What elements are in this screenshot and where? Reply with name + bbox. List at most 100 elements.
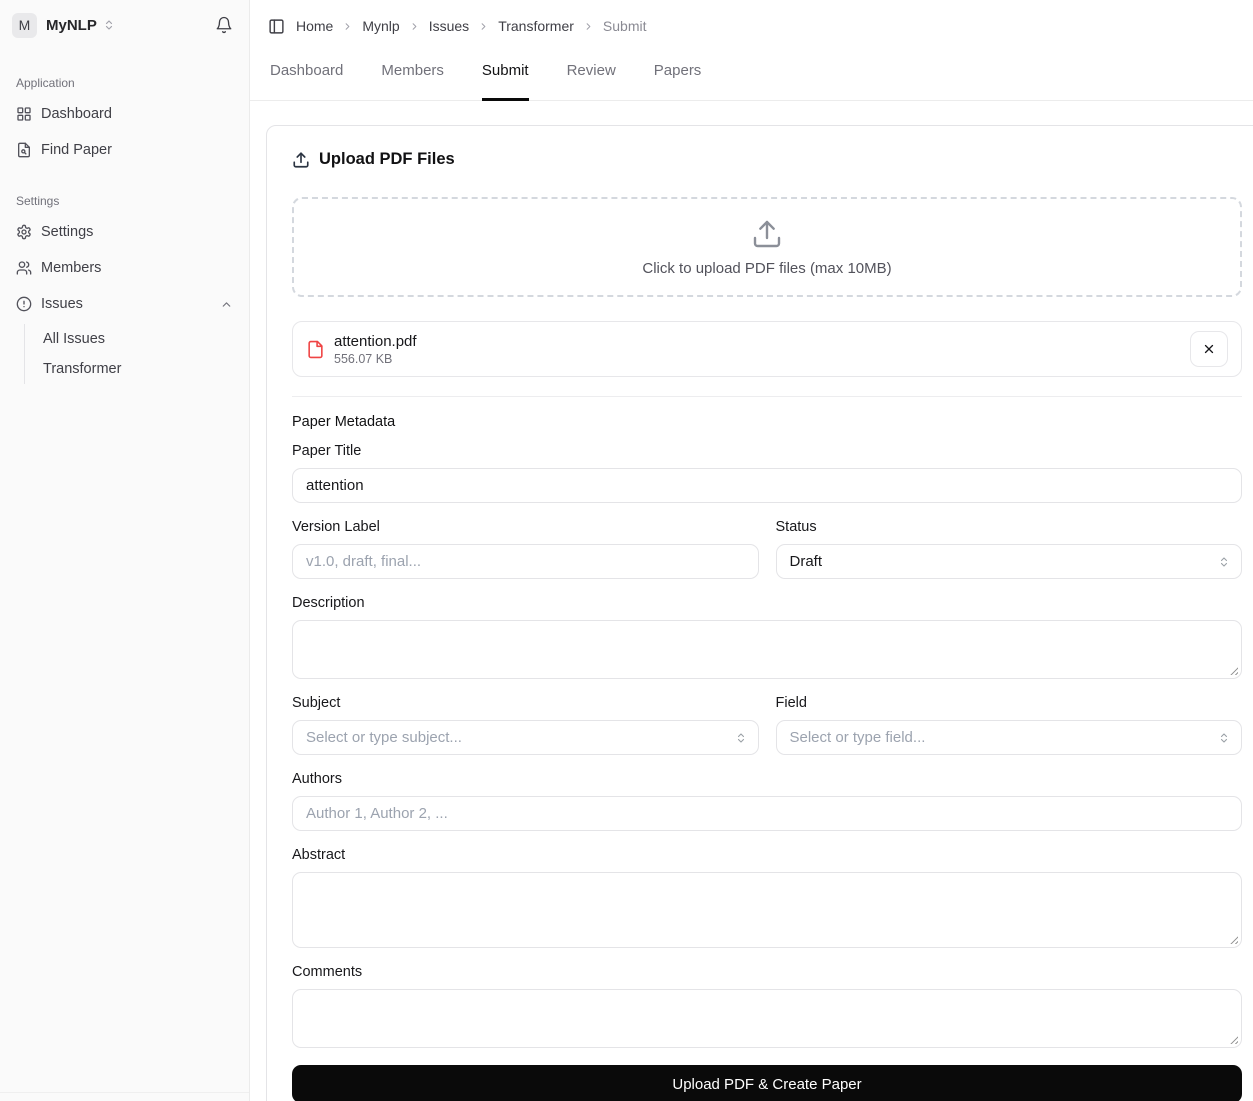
sidebar-subitem-all-issues[interactable]: All Issues bbox=[35, 324, 241, 354]
description-textarea[interactable] bbox=[292, 620, 1242, 679]
authors-label: Authors bbox=[292, 771, 342, 787]
breadcrumb-transformer[interactable]: Transformer bbox=[498, 18, 574, 34]
sidebar-subitem-label: Transformer bbox=[43, 361, 122, 377]
uploaded-file-row: attention.pdf 556.07 KB bbox=[292, 321, 1242, 377]
sidebar-item-members[interactable]: Members bbox=[8, 252, 241, 284]
file-search-icon bbox=[16, 142, 32, 158]
chevrons-up-down-icon bbox=[1218, 732, 1230, 744]
subject-select-placeholder: Select or type subject... bbox=[306, 729, 462, 746]
tab-dashboard[interactable]: Dashboard bbox=[270, 62, 343, 101]
sidebar: M MyNLP Application Dashboard Find Paper… bbox=[0, 0, 250, 1101]
breadcrumb-mynlp[interactable]: Mynlp bbox=[362, 18, 399, 34]
field-select[interactable]: Select or type field... bbox=[775, 720, 1242, 755]
subject-label: Subject bbox=[292, 695, 341, 711]
breadcrumb: Home Mynlp Issues Transformer Submit bbox=[296, 18, 646, 34]
close-icon bbox=[1202, 342, 1216, 356]
status-select[interactable]: Draft bbox=[775, 544, 1242, 579]
file-name: attention.pdf bbox=[334, 332, 417, 350]
paper-title-input[interactable] bbox=[292, 468, 1242, 503]
users-icon bbox=[16, 260, 32, 276]
version-label-block: Version Label bbox=[292, 519, 759, 579]
abstract-textarea[interactable] bbox=[292, 872, 1242, 948]
comments-textarea[interactable] bbox=[292, 989, 1242, 1048]
upload-card: Upload PDF Files Click to upload PDF fil… bbox=[266, 125, 1253, 1101]
sidebar-group-settings: Settings bbox=[16, 194, 60, 208]
layout-grid-icon bbox=[16, 106, 32, 122]
upload-cloud-icon bbox=[751, 218, 783, 250]
comments-block: Comments bbox=[292, 964, 1242, 1048]
sidebar-item-label: Issues bbox=[41, 296, 83, 312]
team-switcher[interactable]: M MyNLP bbox=[8, 8, 241, 42]
tab-members[interactable]: Members bbox=[381, 62, 444, 101]
pdf-file-icon bbox=[306, 340, 325, 359]
field-label: Field bbox=[775, 695, 807, 711]
description-label: Description bbox=[292, 595, 365, 611]
tab-bar: Dashboard Members Submit Review Papers bbox=[250, 62, 1253, 101]
team-logo: M bbox=[12, 12, 37, 38]
chevron-right-icon bbox=[342, 21, 353, 32]
bell-icon[interactable] bbox=[211, 12, 237, 38]
paper-title-label: Paper Title bbox=[292, 443, 362, 459]
version-status-row: Version Label Status Draft bbox=[292, 519, 1242, 579]
abstract-block: Abstract bbox=[292, 847, 1242, 948]
sidebar-group-application: Application bbox=[16, 76, 75, 90]
breadcrumb-issues[interactable]: Issues bbox=[429, 18, 469, 34]
paper-title-block: Paper Title bbox=[292, 443, 1242, 503]
breadcrumb-home[interactable]: Home bbox=[296, 18, 333, 34]
sidebar-subitem-transformer[interactable]: Transformer bbox=[35, 354, 241, 384]
main-content: Home Mynlp Issues Transformer Submit Das… bbox=[250, 0, 1253, 1101]
tab-submit[interactable]: Submit bbox=[481, 62, 529, 101]
gear-icon bbox=[16, 224, 32, 240]
field-block: Field Select or type field... bbox=[775, 695, 1242, 755]
upload-create-paper-button[interactable]: Upload PDF & Create Paper bbox=[292, 1065, 1242, 1101]
chevron-right-icon bbox=[583, 21, 594, 32]
chevrons-up-down-icon bbox=[1218, 556, 1230, 568]
status-select-value: Draft bbox=[789, 553, 823, 570]
comments-label: Comments bbox=[292, 964, 363, 980]
status-label: Status bbox=[775, 519, 817, 535]
description-block: Description bbox=[292, 595, 1242, 679]
tab-papers[interactable]: Papers bbox=[654, 62, 702, 101]
dropzone-label: Click to upload PDF files (max 10MB) bbox=[642, 259, 892, 277]
breadcrumb-current-submit: Submit bbox=[602, 18, 647, 34]
issues-sub-list: All Issues Transformer bbox=[24, 324, 241, 384]
authors-block: Authors bbox=[292, 771, 1242, 831]
chevron-up-icon bbox=[220, 298, 233, 311]
chevrons-up-down-icon bbox=[103, 19, 115, 31]
sidebar-item-settings[interactable]: Settings bbox=[8, 216, 241, 248]
sidebar-item-label: Dashboard bbox=[41, 106, 112, 122]
status-block: Status Draft bbox=[775, 519, 1242, 579]
sidebar-subitem-label: All Issues bbox=[43, 331, 106, 347]
sidebar-item-label: Settings bbox=[41, 224, 94, 240]
chevrons-up-down-icon bbox=[735, 732, 747, 744]
chevron-right-icon bbox=[409, 21, 420, 32]
version-label-label: Version Label bbox=[292, 519, 380, 535]
circle-alert-icon bbox=[16, 296, 32, 312]
file-size: 556.07 KB bbox=[334, 351, 393, 366]
tab-review[interactable]: Review bbox=[567, 62, 616, 101]
abstract-label: Abstract bbox=[292, 847, 346, 863]
pdf-dropzone[interactable]: Click to upload PDF files (max 10MB) bbox=[292, 197, 1242, 297]
file-meta: attention.pdf 556.07 KB bbox=[334, 333, 417, 366]
authors-input[interactable] bbox=[292, 796, 1242, 831]
upload-section-title: Upload PDF Files bbox=[319, 150, 455, 168]
sidebar-toggle-icon[interactable] bbox=[268, 18, 285, 35]
field-select-placeholder: Select or type field... bbox=[789, 729, 926, 746]
sidebar-item-issues[interactable]: Issues bbox=[8, 288, 241, 320]
team-name: MyNLP bbox=[46, 16, 97, 34]
top-bar: Home Mynlp Issues Transformer Submit bbox=[250, 0, 1253, 40]
version-label-input[interactable] bbox=[292, 544, 759, 579]
upload-section-header: Upload PDF Files bbox=[292, 150, 1242, 169]
sidebar-item-label: Members bbox=[41, 260, 102, 276]
upload-icon bbox=[292, 151, 310, 169]
section-divider bbox=[292, 396, 1242, 397]
subject-select[interactable]: Select or type subject... bbox=[292, 720, 759, 755]
metadata-section-title: Paper Metadata bbox=[292, 414, 396, 430]
subject-block: Subject Select or type subject... bbox=[292, 695, 759, 755]
remove-file-button[interactable] bbox=[1190, 331, 1228, 367]
chevron-right-icon bbox=[478, 21, 489, 32]
subject-field-row: Subject Select or type subject... Field … bbox=[292, 695, 1242, 755]
sidebar-item-find-paper[interactable]: Find Paper bbox=[8, 134, 241, 166]
sidebar-item-label: Find Paper bbox=[41, 142, 112, 158]
sidebar-item-dashboard[interactable]: Dashboard bbox=[8, 98, 241, 130]
